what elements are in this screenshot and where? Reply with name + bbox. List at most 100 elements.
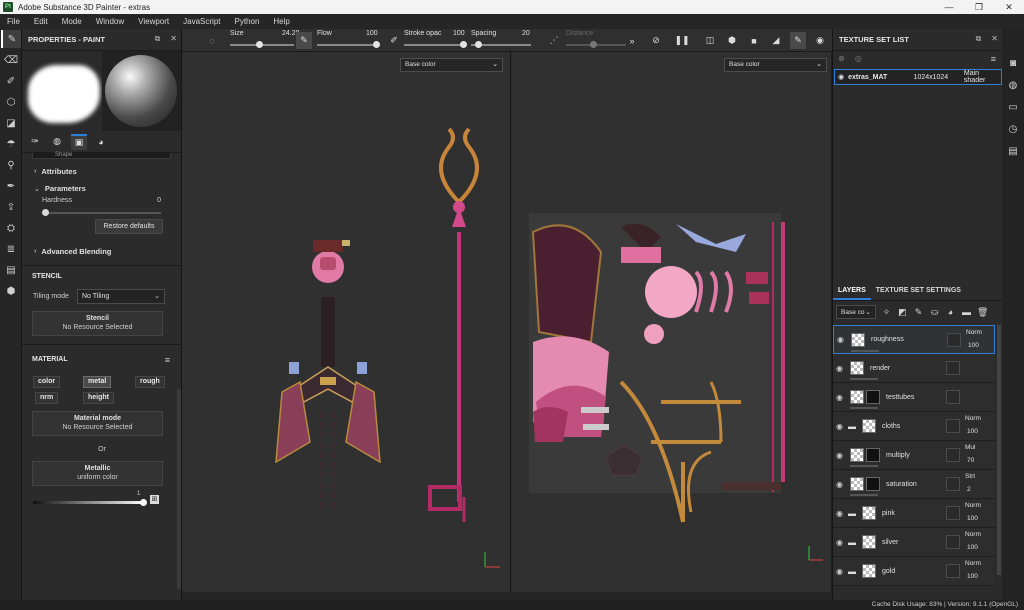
properties-scrollbar[interactable]	[177, 389, 181, 589]
layer-blend-mode[interactable]: Norm	[966, 329, 982, 336]
color-picker-icon[interactable]: ✒	[1, 177, 21, 195]
log-icon[interactable]: ▤	[1002, 141, 1024, 161]
texture-set-row[interactable]: ◉ extras_MAT 1024x1024 Main shader	[834, 69, 1002, 85]
flow-value[interactable]: 100	[366, 30, 378, 37]
geometry-mask-icon[interactable]: ◪	[1, 114, 21, 132]
pick-value-icon[interactable]: ⊞	[150, 495, 159, 504]
folder-icon[interactable]: ▬	[848, 567, 860, 576]
brush-options-icon[interactable]: ◌	[204, 32, 220, 49]
texture-set-menu-icon[interactable]: ≡	[991, 54, 996, 64]
layer-mask[interactable]	[947, 333, 961, 347]
channel-height[interactable]: height	[83, 392, 114, 404]
layer-opacity[interactable]: 2	[967, 486, 971, 493]
channel-nrm[interactable]: nrm	[35, 392, 59, 404]
layers-scrollbar[interactable]	[997, 325, 1001, 575]
add-folder-icon[interactable]: ▬	[961, 307, 972, 317]
alpha-tab-icon[interactable]: ◍	[49, 134, 65, 150]
document-icon[interactable]: ▤	[1, 261, 21, 279]
screenshot-camera-icon[interactable]: ◉	[812, 32, 828, 49]
spacing-value[interactable]: 20	[522, 30, 530, 37]
layer-row[interactable]: ◉ ▬ cloths Norm 100	[833, 412, 995, 441]
layer-blend-mode[interactable]: Norm	[965, 415, 981, 422]
eye-icon[interactable]: ◉	[837, 335, 849, 344]
delete-layer-icon[interactable]: 🗑	[977, 307, 988, 318]
layer-mask[interactable]	[946, 448, 960, 462]
layer-opacity[interactable]: 100	[967, 544, 978, 551]
eye-icon[interactable]: ◉	[838, 73, 844, 81]
folder-icon[interactable]: ▬	[848, 422, 860, 431]
pen-pressure-icon[interactable]: ✎	[296, 32, 312, 49]
stencil-tab-icon[interactable]: ▣	[71, 133, 87, 150]
bake-icon[interactable]: ⛭	[1, 219, 21, 237]
layer-opacity[interactable]: 100	[967, 515, 978, 522]
float-panel-icon[interactable]: ⧉	[976, 34, 982, 44]
material-tab-icon[interactable]: ◕	[93, 134, 109, 150]
lazy-mouse-icon[interactable]: ⋰	[546, 32, 562, 49]
channel-color[interactable]: color	[33, 376, 61, 388]
layer-opacity[interactable]: 100	[967, 428, 978, 435]
layer-row[interactable]: ◉ multiply Mul 70	[833, 441, 995, 470]
add-paint-layer-icon[interactable]: ✎	[913, 307, 924, 318]
eye-icon[interactable]: ◉	[836, 480, 848, 489]
menu-help[interactable]: Help	[266, 17, 296, 26]
assets-icon[interactable]: ▭	[1002, 97, 1024, 117]
viewport-scrollbar[interactable]	[182, 592, 832, 600]
metallic-slider[interactable]	[33, 501, 145, 504]
add-mask-icon[interactable]: ◩	[897, 307, 908, 318]
layer-row[interactable]: ◉ ▬ gold Norm 100	[833, 557, 995, 586]
layer-blend-mode[interactable]: Strt	[965, 473, 975, 480]
layer-mask[interactable]	[946, 506, 960, 520]
attributes-section[interactable]: › Attributes	[22, 163, 181, 180]
symmetry-off-icon[interactable]: ⊘	[648, 32, 664, 49]
expand-toolbar-icon[interactable]: »	[624, 32, 640, 49]
tiling-select[interactable]: No Tiling ⌄	[77, 288, 165, 304]
folder-icon[interactable]: ▬	[848, 538, 860, 547]
visibility-icon[interactable]: ◎	[855, 54, 862, 63]
eye-icon[interactable]: ◉	[836, 451, 848, 460]
eye-icon[interactable]: ◉	[836, 509, 848, 518]
menu-viewport[interactable]: Viewport	[131, 17, 176, 26]
close-panel-icon[interactable]: ✕	[991, 34, 998, 44]
layer-mask[interactable]	[946, 390, 960, 404]
layer-opacity[interactable]: 100	[967, 573, 978, 580]
maximize-button[interactable]: ❐	[964, 0, 994, 14]
layer-blend-mode[interactable]: Norm	[965, 531, 981, 538]
export-icon[interactable]: ⇪	[1, 198, 21, 216]
display-mode-icon[interactable]: ◢	[768, 32, 784, 49]
size-knob[interactable]	[256, 41, 263, 48]
mesh-view-icon[interactable]: ⬢	[724, 32, 740, 49]
stencil-resource-box[interactable]: Stencil No Resource Selected	[32, 311, 163, 336]
material-menu-icon[interactable]: ≡	[165, 355, 170, 365]
pause-icon[interactable]: ❚❚	[674, 32, 690, 49]
channel-rough[interactable]: rough	[135, 376, 165, 388]
link-icon[interactable]: ⊗	[838, 54, 845, 63]
polygon-fill-icon[interactable]: ⬡	[1, 93, 21, 111]
metallic-box[interactable]: Metallic uniform color	[32, 461, 163, 486]
stroke-knob[interactable]	[460, 41, 467, 48]
layer-blend-mode[interactable]: Norm	[965, 502, 981, 509]
material-mode-box[interactable]: Material mode No Resource Selected	[32, 411, 163, 436]
spacing-knob[interactable]	[475, 41, 482, 48]
layer-row[interactable]: ◉ ▬ pink Norm 100	[833, 499, 995, 528]
tab-texture-set-settings[interactable]: TEXTURE SET SETTINGS	[871, 283, 966, 300]
float-panel-icon[interactable]: ⧉	[155, 34, 161, 44]
clone-stamp-icon[interactable]: ⚲	[1, 156, 21, 174]
layer-row[interactable]: ◉ saturation Strt 2	[833, 470, 995, 499]
distance-knob[interactable]	[590, 41, 597, 48]
hardness-knob[interactable]	[42, 209, 49, 216]
channel-metal[interactable]: metal	[83, 376, 112, 388]
layer-row[interactable]: ◉ ▬ silver Norm 100	[833, 528, 995, 557]
paint-brush-icon[interactable]: ✎	[1, 30, 21, 48]
camera-record-icon[interactable]: ■	[746, 32, 762, 49]
paint-mode-icon[interactable]: ✎	[790, 32, 806, 49]
eye-icon[interactable]: ◉	[836, 393, 848, 402]
parameters-section[interactable]: ⌄ Parameters	[22, 180, 181, 197]
eye-icon[interactable]: ◉	[836, 422, 848, 431]
texture-set-shader[interactable]: Main shader	[964, 70, 1001, 84]
viewport-3d[interactable]: Base color ⌄	[182, 52, 510, 592]
layer-mask[interactable]	[946, 564, 960, 578]
menu-window[interactable]: Window	[89, 17, 131, 26]
history-icon[interactable]: ◷	[1002, 119, 1024, 139]
layer-mask[interactable]	[946, 361, 960, 375]
layer-mask[interactable]	[946, 477, 960, 491]
